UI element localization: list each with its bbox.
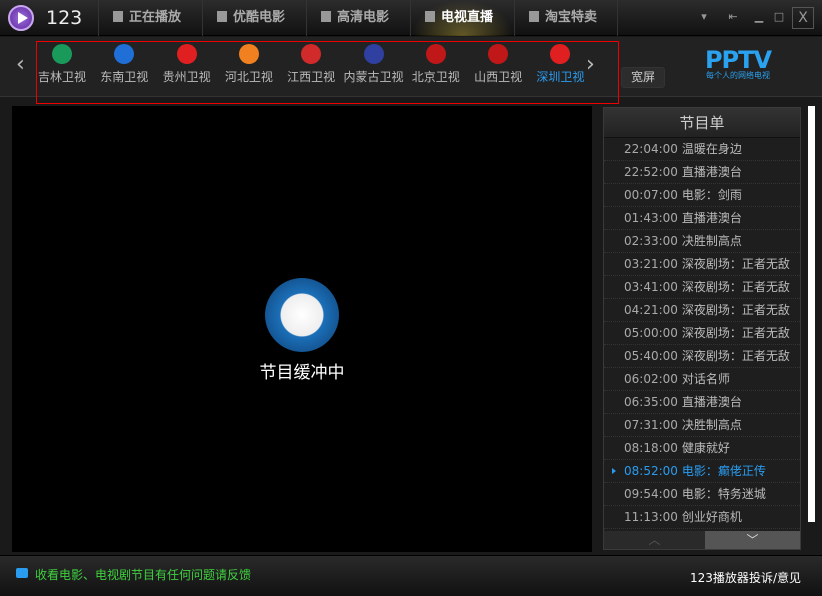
status-bar: 收看电影、电视剧节目有任何问题请反馈 123播放器 投诉/意见 <box>0 555 822 596</box>
pptv-logo: PPTV 每个人的网络电视 <box>698 46 778 81</box>
schedule-item[interactable]: 11:13:00 创业好商机 <box>604 506 800 529</box>
tab-live-tv[interactable]: 电视直播 <box>410 0 514 36</box>
video-player[interactable]: 节目缓冲中 <box>12 106 592 552</box>
schedule-item[interactable]: 06:35:00 直播港澳台 <box>604 391 800 414</box>
schedule-program: 决胜制高点 <box>681 234 742 248</box>
schedule-program: 对话名师 <box>681 372 730 386</box>
schedule-time: 05:40:00 <box>624 349 678 363</box>
schedule-program: 深夜剧场：正者无敌 <box>681 303 790 317</box>
close-button[interactable]: X <box>792 7 814 29</box>
schedule-time: 06:35:00 <box>624 395 678 409</box>
schedule-item[interactable]: 08:52:00 电影：癫佬正传 <box>604 460 800 483</box>
schedule-program: 电影：剑雨 <box>681 188 742 202</box>
scroll-up-button[interactable]: ︿ <box>604 531 705 549</box>
schedule-panel: 节目单 22:04:00 温暖在身边 22:52:00 直播港澳台 00:07:00 电影… <box>603 107 801 550</box>
tab-label: 正在播放 <box>129 10 182 25</box>
app-logo-icon[interactable] <box>8 5 34 31</box>
tab-label: 淘宝特卖 <box>545 10 598 25</box>
title-bar: 123 正在播放 优酷电影 高清电影 电视直播 淘宝特卖 ▾ ⇤ ▁ □ X <box>0 0 822 36</box>
schedule-program: 电影：特务迷城 <box>681 487 766 501</box>
tab-label: 电视直播 <box>441 10 494 25</box>
pptv-slogan: 每个人的网络电视 <box>706 71 770 80</box>
schedule-program: 电影：癫佬正传 <box>681 464 766 478</box>
tab-now-playing[interactable]: 正在播放 <box>98 0 202 36</box>
pin-icon[interactable]: ⇤ <box>726 10 740 24</box>
schedule-program: 深夜剧场：正者无敌 <box>681 280 790 294</box>
scroll-down-button[interactable]: ﹀ <box>705 531 800 549</box>
channel-prev-button[interactable]: ‹ <box>16 52 25 77</box>
schedule-item[interactable]: 09:54:00 电影：特务迷城 <box>604 483 800 506</box>
app-name: 123 <box>46 7 83 29</box>
schedule-item[interactable]: 02:33:00 决胜制高点 <box>604 230 800 253</box>
schedule-time: 05:00:00 <box>624 326 678 340</box>
schedule-time: 04:21:00 <box>624 303 678 317</box>
schedule-item[interactable]: 22:52:00 直播港澳台 <box>604 161 800 184</box>
play-icon <box>217 11 227 22</box>
schedule-title: 节目单 <box>604 108 800 138</box>
tab-taobao[interactable]: 淘宝特卖 <box>514 0 618 36</box>
schedule-time: 03:21:00 <box>624 257 678 271</box>
loading-spinner-icon <box>265 278 339 352</box>
feedback-link[interactable]: 投诉/意见 <box>749 569 801 586</box>
schedule-item[interactable]: 00:07:00 电影：剑雨 <box>604 184 800 207</box>
film-icon <box>113 11 123 22</box>
schedule-item[interactable]: 22:04:00 温暖在身边 <box>604 138 800 161</box>
feedback-prompt-link[interactable]: 收看电影、电视剧节目有任何问题请反馈 <box>35 566 251 583</box>
channel-selection-highlight <box>36 41 619 104</box>
schedule-program: 深夜剧场：正者无敌 <box>681 326 790 340</box>
tab-youku-movies[interactable]: 优酷电影 <box>202 0 306 36</box>
schedule-program: 直播港澳台 <box>681 211 742 225</box>
schedule-time: 08:18:00 <box>624 441 678 455</box>
brand-label: 123播放器 <box>690 571 749 585</box>
schedule-item[interactable]: 05:40:00 深夜剧场：正者无敌 <box>604 345 800 368</box>
schedule-time: 11:13:00 <box>624 510 678 524</box>
schedule-item[interactable]: 04:21:00 深夜剧场：正者无敌 <box>604 299 800 322</box>
schedule-time: 22:52:00 <box>624 165 678 179</box>
schedule-time: 01:43:00 <box>624 211 678 225</box>
schedule-item[interactable]: 08:18:00 健康就好 <box>604 437 800 460</box>
schedule-time: 09:54:00 <box>624 487 678 501</box>
schedule-program: 决胜制高点 <box>681 418 742 432</box>
schedule-item[interactable]: 03:41:00 深夜剧场：正者无敌 <box>604 276 800 299</box>
menu-icon[interactable]: ▾ <box>697 10 711 24</box>
widescreen-button[interactable]: 宽屏 <box>621 67 665 88</box>
tv-icon <box>425 11 435 22</box>
schedule-program: 深夜剧场：正者无敌 <box>681 349 790 363</box>
schedule-item[interactable]: 03:21:00 深夜剧场：正者无敌 <box>604 253 800 276</box>
schedule-program: 直播港澳台 <box>681 165 742 179</box>
tv-icon <box>529 11 539 22</box>
schedule-program: 深夜剧场：正者无敌 <box>681 257 790 271</box>
tab-label: 优酷电影 <box>233 10 286 25</box>
schedule-time: 03:41:00 <box>624 280 678 294</box>
buffering-text: 节目缓冲中 <box>259 363 345 383</box>
chat-icon <box>16 568 28 578</box>
schedule-time: 22:04:00 <box>624 142 678 156</box>
minimize-icon[interactable]: ▁ <box>752 10 766 24</box>
schedule-time: 02:33:00 <box>624 234 678 248</box>
schedule-item[interactable]: 01:43:00 直播港澳台 <box>604 207 800 230</box>
schedule-time: 07:31:00 <box>624 418 678 432</box>
schedule-item[interactable]: 05:00:00 深夜剧场：正者无敌 <box>604 322 800 345</box>
schedule-item[interactable]: 06:02:00 对话名师 <box>604 368 800 391</box>
schedule-time: 00:07:00 <box>624 188 678 202</box>
schedule-time: 08:52:00 <box>624 464 678 478</box>
tab-label: 高清电影 <box>337 10 390 25</box>
schedule-program: 温暖在身边 <box>681 142 742 156</box>
schedule-program: 健康就好 <box>681 441 730 455</box>
scrollbar[interactable] <box>808 106 815 522</box>
hd-icon <box>321 11 331 22</box>
maximize-icon[interactable]: □ <box>772 10 786 24</box>
tab-hd-movies[interactable]: 高清电影 <box>306 0 410 36</box>
schedule-program: 创业好商机 <box>681 510 742 524</box>
schedule-item[interactable]: 07:31:00 决胜制高点 <box>604 414 800 437</box>
schedule-time: 06:02:00 <box>624 372 678 386</box>
schedule-program: 直播港澳台 <box>681 395 742 409</box>
